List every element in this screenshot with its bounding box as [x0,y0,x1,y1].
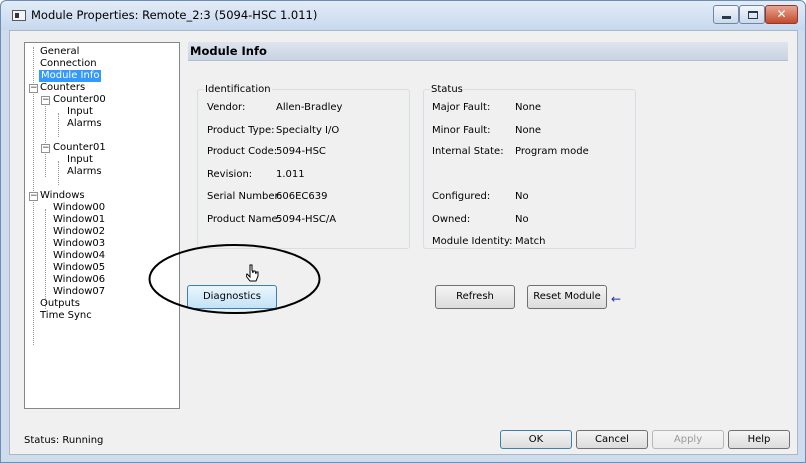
tree-item-window05[interactable]: Window05 [53,262,105,274]
tree-item-time-sync[interactable]: Time Sync [40,310,92,322]
tree-item-outputs[interactable]: Outputs [40,298,80,310]
reset-module-button[interactable]: Reset Module [527,285,607,309]
status-title: Status [430,84,464,95]
tree-item-window02[interactable]: Window02 [53,226,105,238]
tree-item-windows[interactable]: Windows [40,190,85,202]
minimize-button[interactable] [713,5,739,24]
annotation-arrow-icon: ← [611,292,622,306]
cancel-button[interactable]: Cancel [576,430,648,449]
application-icon[interactable] [12,10,26,21]
tree-line [58,113,59,137]
owned-value: No [515,214,529,225]
category-tree[interactable]: General Connection Module Info − Counter… [24,42,180,409]
internal-state-value: Program mode [515,146,589,157]
tree-item-window01[interactable]: Window01 [53,214,105,226]
revision-value: 1.011 [276,169,305,180]
product-name-label: Product Name: [207,214,282,225]
tree-item-counter00[interactable]: Counter00 [53,94,106,106]
collapse-icon[interactable]: − [41,96,50,105]
product-type-label: Product Type: [207,125,275,136]
title-bar[interactable]: Module Properties: Remote_2:3 (5094-HSC … [1,1,805,30]
major-fault-label: Major Fault: [432,102,491,113]
help-button[interactable]: Help [728,430,790,449]
tree-item-window07[interactable]: Window07 [53,286,105,298]
tree-item-counter00-input[interactable]: Input [67,106,93,118]
vendor-value: Allen-Bradley [276,102,343,113]
diagnostics-button[interactable]: Diagnostics [187,285,277,309]
close-button[interactable]: ✕ [765,5,798,24]
product-type-value: Specialty I/O [276,125,340,136]
identification-title: Identification [204,84,272,95]
refresh-button[interactable]: Refresh [435,285,515,309]
ok-button[interactable]: OK [500,430,572,449]
module-identity-value: Match [515,236,546,247]
window-title: Module Properties: Remote_2:3 (5094-HSC … [31,8,318,22]
maximize-button[interactable] [739,5,765,24]
tree-line [45,101,46,177]
tree-item-module-info[interactable]: Module Info [39,70,102,82]
owned-label: Owned: [432,214,471,225]
product-code-value: 5094-HSC [276,146,326,157]
collapse-icon[interactable]: − [29,192,38,201]
configured-label: Configured: [432,191,491,202]
tree-line [58,161,59,185]
minor-fault-label: Minor Fault: [432,125,491,136]
tree-item-counters[interactable]: Counters [40,82,85,94]
reset-module-label: Reset Module [533,291,601,302]
tree-line [45,209,46,309]
serial-number-label: Serial Number: [207,191,282,202]
apply-button[interactable]: Apply [652,430,724,449]
tree-item-counter01-alarms[interactable]: Alarms [67,166,102,178]
tree-item-counter01[interactable]: Counter01 [53,142,106,154]
module-properties-window: Module Properties: Remote_2:3 (5094-HSC … [0,0,806,463]
page-header: Module Info [188,42,788,61]
apply-label: Apply [673,434,703,445]
revision-label: Revision: [207,169,253,180]
major-fault-value: None [515,102,542,113]
status-text: Status: Running [24,435,104,446]
minor-fault-value: None [515,125,542,136]
page-title: Module Info [190,44,267,58]
product-code-label: Product Code: [207,146,278,157]
help-label: Help [747,434,771,445]
collapse-icon[interactable]: − [29,84,38,93]
identification-group: Identification Vendor: Allen-Bradley Pro… [197,84,410,249]
minimize-icon [722,16,731,19]
status-group: Status Major Fault: None Minor Fault: No… [423,84,636,249]
tree-item-window00[interactable]: Window00 [53,202,105,214]
tree-item-window04[interactable]: Window04 [53,250,105,262]
tree-item-window03[interactable]: Window03 [53,238,105,250]
module-identity-label: Module Identity: [432,236,513,247]
close-icon: ✕ [776,7,787,21]
maximize-icon [748,11,758,19]
tree-item-counter00-alarms[interactable]: Alarms [67,118,102,130]
cancel-label: Cancel [595,434,629,445]
tree-item-window06[interactable]: Window06 [53,274,105,286]
vendor-label: Vendor: [207,102,246,113]
collapse-icon[interactable]: − [41,144,50,153]
tree-item-general[interactable]: General [40,46,79,58]
diagnostics-label: Diagnostics [202,291,262,302]
product-name-value: 5094-HSC/A [276,214,337,225]
configured-value: No [515,191,529,202]
internal-state-label: Internal State: [432,146,504,157]
refresh-label: Refresh [456,291,494,302]
mouse-cursor-icon [246,264,259,282]
serial-number-value: 606EC639 [276,191,328,202]
tree-item-counter01-input[interactable]: Input [67,154,93,166]
dialog-body: General Connection Module Info − Counter… [9,30,798,455]
ok-label: OK [528,434,544,445]
tree-item-connection[interactable]: Connection [40,58,97,70]
